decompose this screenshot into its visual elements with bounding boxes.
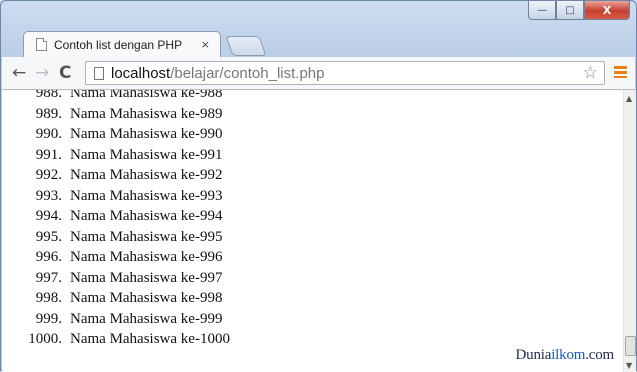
list-item: 992. Nama Mahasiswa ke-992 [2, 165, 230, 186]
forward-arrow-icon[interactable]: → [35, 63, 49, 83]
address-bar[interactable]: localhost/belajar/contoh_list.php ☆ [85, 61, 605, 85]
list-item-text: Nama Mahasiswa ke-990 [70, 126, 223, 142]
list-item-text: Nama Mahasiswa ke-991 [70, 146, 223, 163]
list-item-number: 997. [35, 269, 62, 286]
window-controls: — □ X [528, 1, 630, 21]
list-item-number: 988. [35, 90, 62, 101]
student-list: 988. Nama Mahasiswa ke-988 989. Nama Mahasi… [2, 90, 230, 350]
page-content: 988. Nama Mahasiswa ke-988 989. Nama Mahasi… [2, 90, 623, 372]
list-item-text: Nama Mahasiswa ke-994 [70, 208, 223, 224]
list-item: 991. Nama Mahasiswa ke-991 [2, 145, 230, 166]
minimize-button[interactable]: — [528, 1, 556, 20]
scroll-down-icon[interactable]: ▼ [626, 361, 632, 370]
list-item-number: 1000. [28, 331, 62, 347]
browser-window: — □ X Contoh list dengan PHP × ← → C loc… [0, 0, 637, 372]
new-tab-button[interactable] [225, 36, 267, 56]
url-host: localhost [111, 64, 171, 82]
list-item: 990. Nama Mahasiswa ke-990 [2, 124, 230, 145]
scroll-up-icon[interactable]: ▲ [626, 94, 632, 103]
list-item-text: Nama Mahasiswa ke-995 [70, 228, 223, 245]
back-arrow-icon[interactable]: ← [12, 63, 26, 83]
vertical-scrollbar[interactable]: ▲ ▼ [623, 90, 636, 372]
list-item-number: 998. [35, 290, 62, 306]
page-icon [94, 66, 104, 80]
reload-icon[interactable]: C [59, 63, 71, 83]
list-item-text: Nama Mahasiswa ke-999 [70, 310, 223, 327]
list-item-text: Nama Mahasiswa ke-993 [70, 187, 223, 204]
list-item: 999. Nama Mahasiswa ke-999 [2, 309, 230, 330]
list-item-number: 994. [35, 208, 62, 224]
watermark-part1: Dunia [515, 347, 552, 363]
list-item: 996. Nama Mahasiswa ke-996 [2, 247, 230, 268]
menu-icon[interactable] [614, 66, 627, 78]
url-text: localhost/belajar/contoh_list.php [111, 65, 324, 82]
list-item: 994. Nama Mahasiswa ke-994 [2, 206, 230, 227]
list-item: 997. Nama Mahasiswa ke-997 [2, 268, 230, 289]
list-item-text: Nama Mahasiswa ke-988 [70, 90, 223, 101]
list-item-text: Nama Mahasiswa ke-1000 [70, 331, 230, 347]
list-item-number: 991. [35, 146, 62, 163]
list-item: 989. Nama Mahasiswa ke-989 [2, 104, 230, 125]
watermark-part3: .com [585, 347, 614, 363]
tab-active[interactable]: Contoh list dengan PHP × [23, 31, 221, 57]
list-item-number: 989. [35, 105, 62, 122]
tab-close-icon[interactable]: × [201, 38, 210, 51]
list-item: 995. Nama Mahasiswa ke-995 [2, 227, 230, 248]
list-item-number: 990. [35, 126, 62, 142]
list-item-number: 995. [35, 228, 62, 245]
url-path: /belajar/contoh_list.php [170, 64, 325, 82]
scroll-thumb[interactable] [625, 336, 636, 356]
list-item: 1000. Nama Mahasiswa ke-1000 [2, 329, 230, 350]
list-item-number: 992. [35, 167, 62, 183]
list-item: 993. Nama Mahasiswa ke-993 [2, 186, 230, 207]
list-item-number: 996. [35, 249, 62, 265]
watermark-logo: Duniailkom.com [515, 347, 615, 364]
close-window-button[interactable]: X [584, 1, 630, 20]
list-item-text: Nama Mahasiswa ke-996 [70, 249, 223, 265]
list-item: 988. Nama Mahasiswa ke-988 [2, 90, 230, 104]
list-item-number: 999. [35, 310, 62, 327]
list-item-number: 993. [35, 187, 62, 204]
maximize-button[interactable]: □ [556, 1, 584, 20]
list-item-text: Nama Mahasiswa ke-989 [70, 105, 223, 122]
list-item-text: Nama Mahasiswa ke-992 [70, 167, 223, 183]
list-item: 998. Nama Mahasiswa ke-998 [2, 288, 230, 309]
toolbar: ← → C localhost/belajar/contoh_list.php … [2, 57, 635, 90]
tab-title: Contoh list dengan PHP [54, 37, 183, 52]
page-icon [36, 38, 47, 51]
watermark-part2: ilkom [551, 347, 586, 363]
list-item-text: Nama Mahasiswa ke-998 [70, 290, 223, 306]
list-item-text: Nama Mahasiswa ke-997 [70, 269, 223, 286]
bookmark-star-icon[interactable]: ☆ [583, 63, 598, 83]
